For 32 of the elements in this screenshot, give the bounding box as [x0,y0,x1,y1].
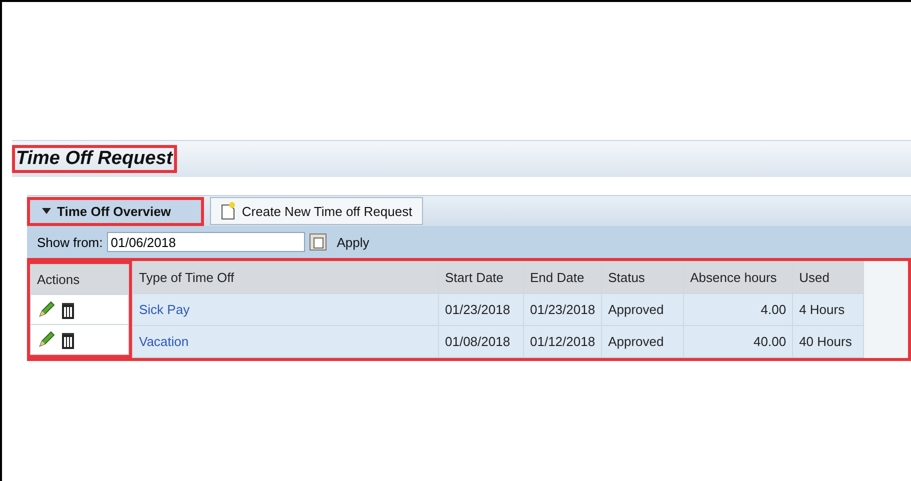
table-cell: 01/23/2018 [438,294,524,326]
calendar-icon[interactable] [308,233,327,251]
page-title: Time Off Request [16,148,173,170]
caret-icon [42,208,51,214]
time-off-type-link[interactable]: Sick Pay [139,302,190,317]
table-cell: 01/23/2018 [524,294,602,326]
table-cell: Approved [602,294,684,326]
new-document-icon [220,202,236,220]
time-off-type-link[interactable]: Vacation [139,334,189,349]
date-field[interactable]: 01/06/2018 [106,232,305,252]
column-header: Status [602,262,684,294]
table-cell: 40 Hours [792,326,864,358]
column-header: Start Date [438,262,524,294]
tab[interactable]: Time Off Overview [27,196,204,226]
table-cell: 01/12/2018 [524,326,602,358]
pencil-icon[interactable] [37,300,55,318]
trash-icon[interactable] [59,330,77,348]
tab[interactable]: Create New Time off Request [210,197,424,225]
filter-label: Show from: [37,234,103,250]
table-cell: 40.00 [684,326,793,358]
table-cell: 4 Hours [792,294,864,326]
pencil-icon[interactable] [37,330,55,348]
column-header: Absence hours [684,262,793,294]
table-cell: Approved [602,326,684,358]
column-header: Type of Time Off [132,262,438,294]
apply-link[interactable]: Apply [336,234,370,250]
column-header: End Date [524,262,602,294]
trash-icon[interactable] [59,300,77,318]
table-cell: 01/08/2018 [438,326,524,358]
table-cell: 4.00 [684,294,793,326]
column-header: Actions [30,264,128,294]
column-header: Used [792,262,864,294]
